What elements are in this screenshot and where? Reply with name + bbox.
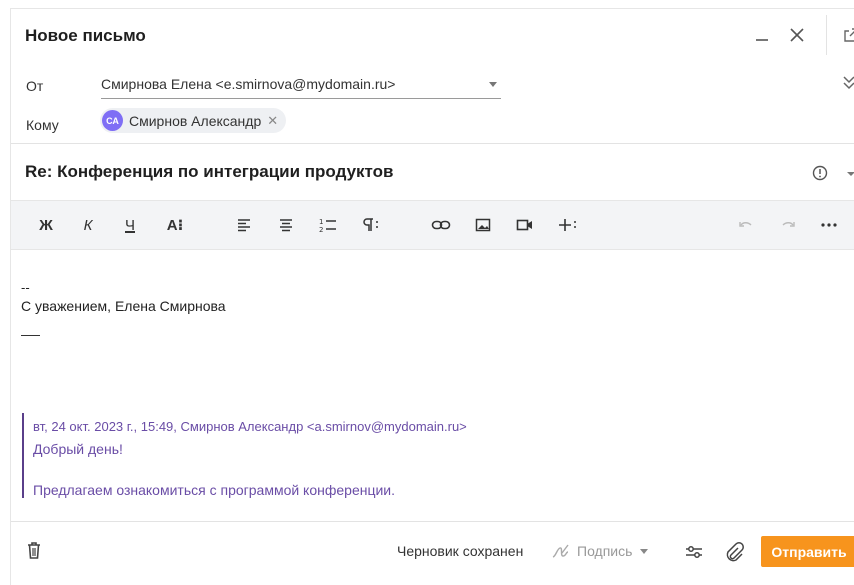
formatting-toolbar: Ж К Ч A⁝ 12 — [11, 200, 854, 250]
delete-draft-button[interactable] — [25, 540, 43, 562]
numbered-list-button[interactable]: 12 — [317, 213, 339, 237]
redo-button[interactable] — [777, 213, 799, 237]
send-button[interactable]: Отправить — [761, 536, 854, 567]
signature-button[interactable]: Подпись — [551, 540, 649, 562]
popout-button[interactable] — [837, 21, 854, 49]
minimize-icon — [756, 39, 768, 41]
bold-button[interactable]: Ж — [35, 213, 57, 237]
send-settings-button[interactable] — [683, 541, 705, 563]
video-icon — [516, 219, 532, 231]
paragraph-icon — [363, 218, 378, 231]
compose-header: Новое письмо — [11, 9, 854, 64]
recipient-name: Смирнов Александр — [129, 112, 262, 129]
quote-line: Предлагаем ознакомиться с программой кон… — [33, 482, 396, 498]
link-icon — [431, 220, 451, 230]
more-horizontal-icon — [821, 223, 837, 227]
insert-video-button[interactable] — [514, 213, 536, 237]
insert-more-button[interactable] — [556, 213, 580, 237]
trash-icon — [28, 542, 40, 559]
message-editor[interactable]: -- С уважением, Елена Смирнова вт, 24 ок… — [11, 250, 854, 520]
header-separator — [826, 15, 827, 55]
importance-button[interactable] — [811, 162, 854, 184]
double-chevron-down-icon — [843, 76, 854, 90]
svg-text:1: 1 — [319, 218, 323, 226]
recipient-chip[interactable]: СА Смирнов Александр ✕ — [100, 108, 287, 133]
image-icon — [475, 218, 491, 232]
undo-button[interactable] — [735, 213, 757, 237]
divider — [11, 143, 854, 144]
subject-field[interactable]: Re: Конференция по интеграции продуктов — [25, 162, 393, 182]
underline-button[interactable]: Ч — [119, 213, 141, 237]
to-label: Кому — [26, 117, 59, 133]
signature-text: С уважением, Елена Смирнова — [21, 298, 226, 314]
expand-fields-button[interactable] — [840, 73, 854, 93]
signature-label: Подпись — [577, 543, 633, 559]
compose-title: Новое письмо — [25, 26, 146, 45]
signature-separator: -- — [21, 280, 30, 295]
italic-button[interactable]: К — [77, 213, 99, 237]
popout-icon — [844, 28, 854, 42]
compose-window: Новое письмо От Смирнова Елена <e.smirno… — [10, 8, 854, 585]
plus-icon — [559, 219, 576, 231]
close-button[interactable] — [783, 21, 811, 49]
quote-line: Добрый день! — [33, 441, 123, 457]
sliders-icon — [686, 546, 702, 558]
paragraph-button[interactable] — [359, 213, 383, 237]
quoted-message: вт, 24 окт. 2023 г., 15:49, Смирнов Алек… — [22, 413, 852, 498]
paperclip-icon — [726, 542, 744, 562]
remove-recipient-icon[interactable]: ✕ — [267, 114, 278, 127]
align-left-icon — [238, 219, 250, 232]
avatar: СА — [102, 110, 123, 131]
chevron-down-icon — [489, 82, 497, 87]
chevron-down-icon — [640, 548, 649, 554]
insert-image-button[interactable] — [472, 213, 494, 237]
exclamation-circle-icon — [812, 165, 854, 181]
minimize-button[interactable] — [748, 21, 776, 49]
draft-status: Черновик сохранен — [397, 543, 524, 559]
from-value: Смирнова Елена <e.smirnova@mydomain.ru> — [101, 76, 396, 92]
numbered-list-icon: 12 — [319, 218, 336, 233]
align-center-icon — [280, 219, 292, 232]
signature-pen-icon — [552, 544, 569, 558]
align-left-button[interactable] — [233, 213, 255, 237]
font-size-button[interactable]: A⁝ — [161, 213, 189, 237]
from-select[interactable]: Смирнова Елена <e.smirnova@mydomain.ru> — [101, 71, 501, 99]
close-icon — [790, 28, 804, 42]
from-label: От — [26, 78, 44, 94]
align-center-button[interactable] — [275, 213, 297, 237]
quote-header: вт, 24 окт. 2023 г., 15:49, Смирнов Алек… — [33, 419, 467, 434]
divider — [11, 521, 854, 522]
redo-icon — [782, 222, 795, 227]
svg-text:2: 2 — [319, 226, 323, 233]
attach-file-button[interactable] — [723, 541, 745, 563]
signature-rule — [21, 335, 40, 336]
undo-icon — [739, 222, 752, 227]
more-options-button[interactable] — [817, 213, 841, 237]
insert-link-button[interactable] — [429, 213, 453, 237]
